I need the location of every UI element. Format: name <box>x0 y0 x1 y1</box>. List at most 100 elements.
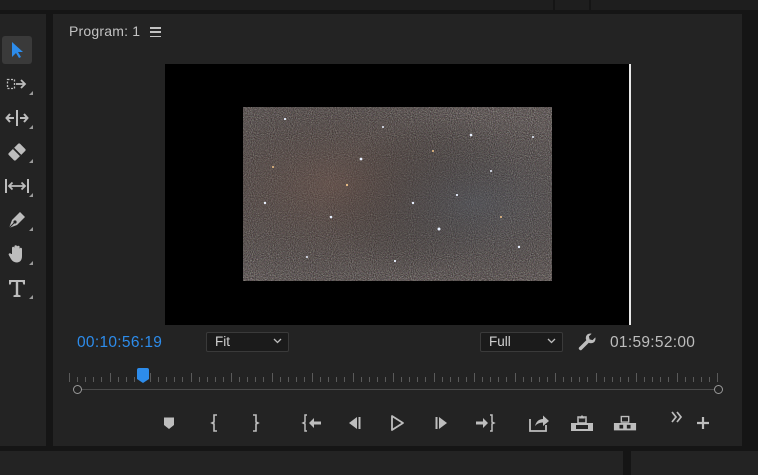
zoom-handle-right[interactable] <box>714 385 723 394</box>
type-tool[interactable] <box>2 274 33 302</box>
panel-menu-icon[interactable] <box>150 27 161 38</box>
top-panel-strip <box>0 0 758 10</box>
lift-icon <box>571 415 593 431</box>
playhead[interactable] <box>137 368 149 383</box>
ruler-tick <box>150 373 151 382</box>
chevron-down-icon <box>547 338 556 344</box>
submenu-corner <box>29 125 33 129</box>
ruler-tick <box>579 377 581 382</box>
step-back-icon <box>349 417 361 429</box>
ruler-tick <box>644 377 646 382</box>
ruler-tick <box>433 373 435 382</box>
chevron-down-icon <box>273 338 282 344</box>
ruler-tick <box>239 377 241 382</box>
video-frame <box>243 107 552 281</box>
submenu-corner <box>29 193 33 197</box>
arrow-icon <box>12 42 23 58</box>
zoom-handle-left[interactable] <box>73 385 82 394</box>
ripple-edit-tool[interactable] <box>2 104 33 132</box>
ruler-tick <box>514 373 516 382</box>
ruler-tick <box>474 373 475 382</box>
ruler-tick <box>546 377 548 382</box>
playback-resolution-select[interactable]: Full <box>480 332 563 352</box>
razor-icon <box>8 143 26 161</box>
mark-out-icon <box>253 414 260 432</box>
ruler-tick <box>660 377 662 382</box>
ruler-tick <box>182 377 184 382</box>
button-editor-button[interactable] <box>691 411 715 435</box>
zoom-level-value: Fit <box>215 334 230 349</box>
razor-tool[interactable] <box>2 138 33 166</box>
ruler-tick <box>441 377 443 382</box>
go-to-out-button[interactable] <box>473 411 497 435</box>
ruler-tick <box>109 373 111 382</box>
ruler-tick <box>668 377 670 382</box>
ruler-tick <box>247 377 249 382</box>
step-forward-button[interactable] <box>430 411 454 435</box>
ruler-tick <box>384 377 386 382</box>
export-frame-button[interactable] <box>527 411 551 435</box>
ruler-tick <box>652 377 654 382</box>
go-to-out-icon <box>476 414 496 432</box>
settings-wrench-button[interactable] <box>577 332 597 352</box>
step-back-button[interactable] <box>342 411 366 435</box>
ruler-tick <box>295 377 297 382</box>
bottom-panel-right <box>631 451 758 475</box>
time-ruler[interactable] <box>69 368 723 398</box>
ruler-tick <box>263 377 265 382</box>
ruler-tick <box>530 377 532 382</box>
add-marker-button[interactable] <box>157 411 181 435</box>
zoom-scroll-track[interactable] <box>78 389 719 390</box>
tools-panel <box>0 14 46 446</box>
more-controls-button[interactable] <box>665 405 689 429</box>
ruler-tick <box>401 377 403 382</box>
mark-in-button[interactable] <box>203 411 227 435</box>
ruler-tick <box>85 377 87 382</box>
ruler-tick <box>522 377 524 382</box>
ruler-tick <box>198 377 200 382</box>
play-button[interactable] <box>385 411 409 435</box>
ruler-tick <box>190 373 192 382</box>
ruler-tick <box>393 373 394 382</box>
zoom-level-select[interactable]: Fit <box>206 332 289 352</box>
hand-tool[interactable] <box>2 240 33 268</box>
ruler-tick <box>611 377 613 382</box>
ruler-tick <box>717 373 718 382</box>
step-forward-icon <box>435 417 447 429</box>
current-timecode[interactable]: 00:10:56:19 <box>77 334 162 352</box>
ruler-tick <box>328 377 330 382</box>
ruler-tick <box>692 377 694 382</box>
ruler-tick <box>360 377 362 382</box>
ruler-tick <box>457 377 459 382</box>
ruler-tick <box>449 377 451 382</box>
ruler-tick <box>77 377 79 382</box>
ruler-tick <box>498 377 500 382</box>
mark-out-button[interactable] <box>243 411 267 435</box>
ruler-tick <box>222 377 224 382</box>
ruler-tick <box>571 377 573 382</box>
panel-title: Program: 1 <box>69 23 141 39</box>
submenu-corner <box>29 295 33 299</box>
ruler-tick <box>376 377 378 382</box>
add-button-icon <box>697 417 709 429</box>
slip-tool[interactable] <box>2 172 33 200</box>
extract-button[interactable] <box>613 411 637 435</box>
lift-button[interactable] <box>570 411 594 435</box>
pen-tool[interactable] <box>2 206 33 234</box>
go-to-in-button[interactable] <box>300 411 324 435</box>
video-canvas[interactable] <box>165 64 630 325</box>
ruler-tick <box>214 377 216 382</box>
ruler-tick <box>603 377 605 382</box>
ruler-tick <box>555 373 556 382</box>
ruler-tick <box>538 377 540 382</box>
wrench-icon <box>578 333 596 351</box>
add-marker-icon <box>164 417 174 429</box>
selection-tool[interactable] <box>2 36 32 64</box>
ruler-tick <box>303 377 305 382</box>
program-monitor-panel: Program: 1 00:10:56:19 Fit Full 01:59:52… <box>53 14 742 446</box>
submenu-corner <box>29 91 33 95</box>
ruler-tick <box>174 377 176 382</box>
ruler-tick <box>490 377 492 382</box>
track-select-tool[interactable] <box>2 70 33 98</box>
ruler-tick <box>93 377 95 382</box>
